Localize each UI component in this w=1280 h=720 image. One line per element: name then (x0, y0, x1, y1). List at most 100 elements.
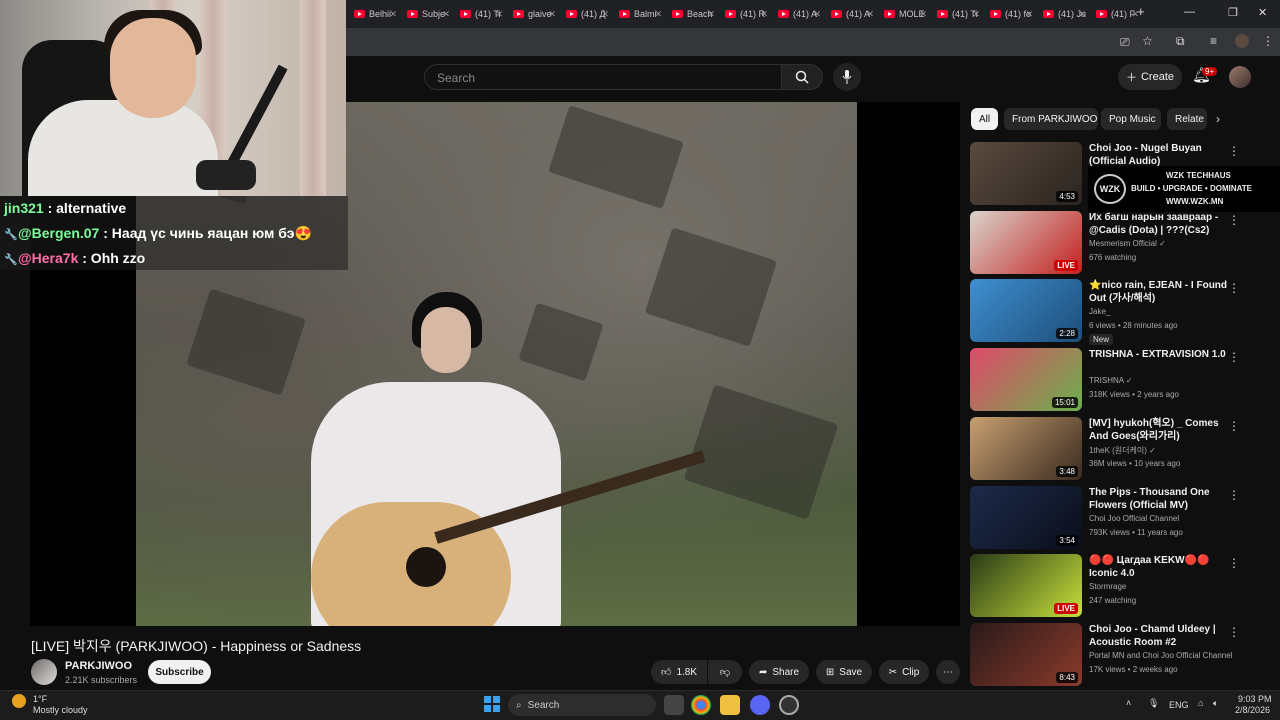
video-thumbnail[interactable]: 2:28 (970, 279, 1082, 342)
browser-tab[interactable]: Belhii ✕ (348, 4, 400, 24)
subscribe-button[interactable]: Subscribe (148, 660, 211, 684)
weather-temp[interactable]: 1°F (33, 694, 47, 704)
related-video-channel[interactable]: Mesmerism Official ✓ (1089, 239, 1166, 248)
channel-name[interactable]: PARKJIWOO (65, 660, 132, 672)
more-vertical-icon[interactable]: ⋮ (1228, 625, 1240, 639)
network-icon[interactable]: ⌂ (1198, 698, 1203, 708)
file-explorer-icon[interactable] (720, 695, 740, 715)
reading-list-icon[interactable]: ≡ (1210, 34, 1217, 48)
close-tab-icon[interactable]: ✕ (495, 9, 503, 20)
browser-tab[interactable]: (41) fo ✕ (984, 4, 1036, 24)
related-video-channel[interactable]: TRISHNA ✓ (1089, 376, 1133, 385)
browser-tab[interactable]: MOLE ✕ (878, 4, 930, 24)
save-button[interactable]: ⊞ Save (816, 660, 872, 684)
browser-tab[interactable]: (41) R ✕ (719, 4, 771, 24)
close-tab-icon[interactable]: ✕ (1078, 9, 1086, 20)
profile-icon[interactable] (1235, 34, 1249, 48)
related-video-card[interactable]: 15:01 TRISHNA - EXTRAVISION 1.0 TRISHNA ✓ 3… (970, 348, 1250, 412)
browser-tab[interactable]: Subje ✕ (401, 4, 453, 24)
close-tab-icon[interactable]: ✕ (866, 9, 874, 20)
more-vertical-icon[interactable]: ⋮ (1228, 488, 1240, 502)
close-tab-icon[interactable]: ✕ (760, 9, 768, 20)
related-video-title[interactable]: The Pips - Thousand One Flowers (Officia… (1089, 486, 1227, 512)
voice-search-button[interactable] (833, 63, 861, 91)
related-video-title[interactable]: ⭐nico rain, EJEAN - I Found Out (가사/해석) (1089, 279, 1227, 305)
related-video-card[interactable]: 2:28 ⭐nico rain, EJEAN - I Found Out (가사/… (970, 279, 1250, 345)
video-thumbnail[interactable]: 3:54 (970, 486, 1082, 549)
related-video-title[interactable]: [MV] hyukoh(혁오) _ Comes And Goes(와리가리) (1089, 417, 1227, 443)
more-vertical-icon[interactable]: ⋮ (1228, 213, 1240, 227)
clock-date[interactable]: 2/8/2026 (1235, 705, 1270, 715)
more-vertical-icon[interactable]: ⋮ (1228, 419, 1240, 433)
clock-time[interactable]: 9:03 PM (1238, 694, 1272, 704)
close-tab-icon[interactable]: ✕ (654, 9, 662, 20)
weather-icon[interactable] (12, 694, 26, 708)
weather-description[interactable]: Mostly cloudy (33, 705, 88, 715)
more-vertical-icon[interactable]: ⋮ (1228, 144, 1240, 158)
close-window-button[interactable]: ✕ (1258, 6, 1267, 19)
video-thumbnail[interactable]: 4:53 (970, 142, 1082, 205)
clip-button[interactable]: ✂ Clip (879, 660, 929, 684)
video-thumbnail[interactable]: LIVE (970, 211, 1082, 274)
extensions-icon[interactable]: ⧉ (1176, 34, 1185, 49)
maximize-button[interactable]: ❐ (1228, 6, 1238, 19)
more-vertical-icon[interactable]: ⋮ (1228, 350, 1240, 364)
browser-tab[interactable]: (41) Ju ✕ (1037, 4, 1089, 24)
close-tab-icon[interactable]: ✕ (813, 9, 821, 20)
browser-tab[interactable]: (41) A ✕ (825, 4, 877, 24)
more-vertical-icon[interactable]: ⋮ (1228, 281, 1240, 295)
browser-tab[interactable]: (41) F ✕ (1090, 4, 1142, 24)
browser-tab[interactable]: (41) Ti ✕ (454, 4, 506, 24)
related-video-card[interactable]: 8:43 Choi Joo - Chamd Uldeey | Acoustic R… (970, 623, 1250, 687)
video-thumbnail[interactable]: 3:48 (970, 417, 1082, 480)
tray-overflow-icon[interactable]: ˄ (1126, 698, 1131, 708)
minimize-button[interactable]: — (1184, 6, 1195, 18)
filter-chip[interactable]: Relate (1167, 108, 1207, 130)
related-video-title[interactable]: Их багш нарын заавраар - @Cadis (Dota) |… (1089, 211, 1227, 237)
browser-tab[interactable]: (41) A ✕ (772, 4, 824, 24)
browser-tab[interactable]: (41) Ti ✕ (931, 4, 983, 24)
related-video-card[interactable]: LIVE Их багш нарын заавраар - @Cadis (Dot… (970, 211, 1250, 275)
close-tab-icon[interactable]: ✕ (972, 9, 980, 20)
related-video-channel[interactable]: Portal MN and Choi Joo Official Channel (1089, 651, 1232, 660)
browser-tab[interactable]: (41) Д ✕ (560, 4, 612, 24)
related-video-card[interactable]: 3:48 [MV] hyukoh(혁오) _ Comes And Goes(와리가… (970, 417, 1250, 481)
more-actions-button[interactable]: ⋯ (936, 660, 960, 684)
task-view-icon[interactable] (664, 695, 684, 715)
search-input[interactable]: Search (424, 64, 782, 90)
volume-icon[interactable]: 🔈︎ (1213, 698, 1218, 709)
windows-start-icon[interactable] (484, 696, 500, 712)
close-tab-icon[interactable]: ✕ (442, 9, 450, 20)
video-thumbnail[interactable]: 8:43 (970, 623, 1082, 686)
channel-avatar[interactable] (31, 659, 57, 685)
more-vertical-icon[interactable]: ⋮ (1228, 556, 1240, 570)
related-video-channel[interactable]: 1theK (원더케이) ✓ (1089, 445, 1156, 456)
close-tab-icon[interactable]: ✕ (601, 9, 609, 20)
related-video-channel[interactable]: Jake_ (1089, 307, 1110, 316)
close-tab-icon[interactable]: ✕ (707, 9, 715, 20)
filter-chip[interactable]: From PARKJIWOO (1004, 108, 1098, 130)
video-thumbnail[interactable]: LIVE (970, 554, 1082, 617)
close-tab-icon[interactable]: ✕ (1025, 9, 1033, 20)
related-video-title[interactable]: Choi Joo - Nugel Buyan (Official Audio) (1089, 142, 1227, 168)
related-video-title[interactable]: 🔴🔴 Цагдаа KEKW🔴🔴 Iconic 4.0 (1089, 554, 1227, 580)
bookmark-star-icon[interactable]: ☆ (1142, 34, 1153, 48)
related-video-card[interactable]: 3:54 The Pips - Thousand One Flowers (Off… (970, 486, 1250, 550)
chevron-right-icon[interactable]: › (1216, 112, 1220, 126)
close-tab-icon[interactable]: ✕ (548, 9, 556, 20)
new-tab-button[interactable]: + (1137, 4, 1145, 19)
share-button[interactable]: ➦ Share (749, 660, 809, 684)
related-video-channel[interactable]: Choi Joo Official Channel (1089, 514, 1179, 523)
related-video-title[interactable]: TRISHNA - EXTRAVISION 1.0 (1089, 348, 1227, 361)
filter-chip[interactable]: All (971, 108, 998, 130)
dislike-button[interactable]: 👎︎ (708, 660, 742, 684)
related-video-title[interactable]: Choi Joo - Chamd Uldeey | Acoustic Room … (1089, 623, 1227, 649)
account-avatar[interactable] (1229, 66, 1251, 88)
microphone-tray-icon[interactable]: 🎙︎ (1148, 698, 1159, 709)
create-button[interactable]: ＋ Create (1118, 64, 1182, 90)
search-button[interactable] (781, 64, 823, 90)
close-tab-icon[interactable]: ✕ (919, 9, 927, 20)
related-video-card[interactable]: LIVE 🔴🔴 Цагдаа KEKW🔴🔴 Iconic 4.0 Stormrage… (970, 554, 1250, 618)
close-tab-icon[interactable]: ✕ (389, 9, 397, 20)
related-video-channel[interactable]: Stormrage (1089, 582, 1126, 591)
